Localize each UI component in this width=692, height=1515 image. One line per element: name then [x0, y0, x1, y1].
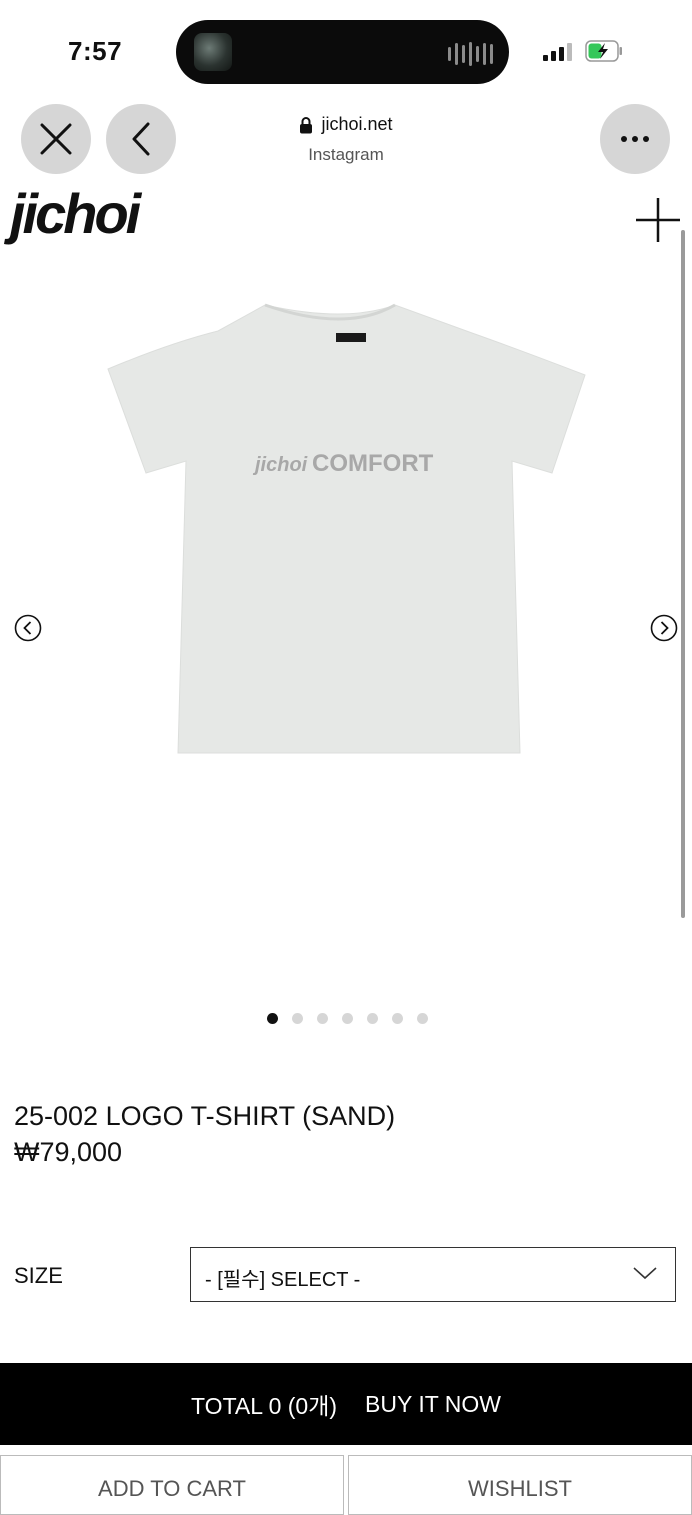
- product-image[interactable]: jichoi COMFORT: [100, 295, 592, 765]
- plus-icon[interactable]: [634, 196, 682, 244]
- pagination-dot[interactable]: [317, 1013, 328, 1024]
- brand-logo[interactable]: jichoi: [10, 186, 141, 242]
- close-icon: [40, 123, 72, 155]
- neck-label: [336, 333, 366, 342]
- order-total: TOTAL 0 (0개): [191, 1393, 338, 1419]
- wishlist-label: WISHLIST: [468, 1476, 572, 1501]
- size-label: SIZE: [14, 1263, 63, 1288]
- status-time: 7:57: [68, 36, 123, 66]
- buy-now-label: BUY IT NOW: [365, 1390, 501, 1417]
- pagination-dot[interactable]: [367, 1013, 378, 1024]
- product-price: ₩79,000: [14, 1137, 123, 1167]
- add-to-cart-label: ADD TO CART: [98, 1476, 246, 1501]
- back-button[interactable]: [106, 104, 176, 174]
- pagination-dot[interactable]: [292, 1013, 303, 1024]
- pagination-dot[interactable]: [342, 1013, 353, 1024]
- ellipsis-icon: [621, 136, 649, 142]
- add-to-cart-button[interactable]: ADD TO CART: [0, 1455, 344, 1515]
- pagination-dot[interactable]: [392, 1013, 403, 1024]
- more-options-button[interactable]: [600, 104, 670, 174]
- print-word: COMFORT: [312, 450, 434, 477]
- buy-now-bar[interactable]: TOTAL 0 (0개) BUY IT NOW: [0, 1363, 692, 1445]
- cellular-signal-icon: [543, 43, 572, 61]
- wishlist-button[interactable]: WISHLIST: [348, 1455, 692, 1515]
- pagination-dot[interactable]: [417, 1013, 428, 1024]
- product-name: 25-002 LOGO T-SHIRT (SAND): [14, 1101, 396, 1131]
- scrollbar[interactable]: [681, 230, 685, 918]
- next-image-button[interactable]: [650, 614, 678, 642]
- site-info[interactable]: jichoi.net Instagram: [246, 114, 446, 165]
- pagination-dot[interactable]: [267, 1013, 278, 1024]
- site-domain: jichoi.net: [321, 114, 393, 134]
- image-pagination[interactable]: [267, 1013, 428, 1024]
- close-button[interactable]: [21, 104, 91, 174]
- lock-icon: [300, 116, 313, 133]
- size-select[interactable]: - [필수] SELECT -: [190, 1247, 676, 1302]
- size-select-value: - [필수] SELECT -: [205, 1269, 361, 1291]
- site-source: Instagram: [308, 145, 384, 164]
- audio-wave-icon: [448, 42, 493, 66]
- now-playing-thumbnail: [194, 33, 232, 71]
- print-brand: jichoi: [252, 454, 308, 476]
- dynamic-island: [176, 20, 509, 84]
- previous-image-button[interactable]: [14, 614, 42, 642]
- battery-charging-icon: [585, 40, 622, 62]
- chevron-left-icon: [132, 122, 150, 156]
- chevron-down-icon: [633, 1267, 657, 1280]
